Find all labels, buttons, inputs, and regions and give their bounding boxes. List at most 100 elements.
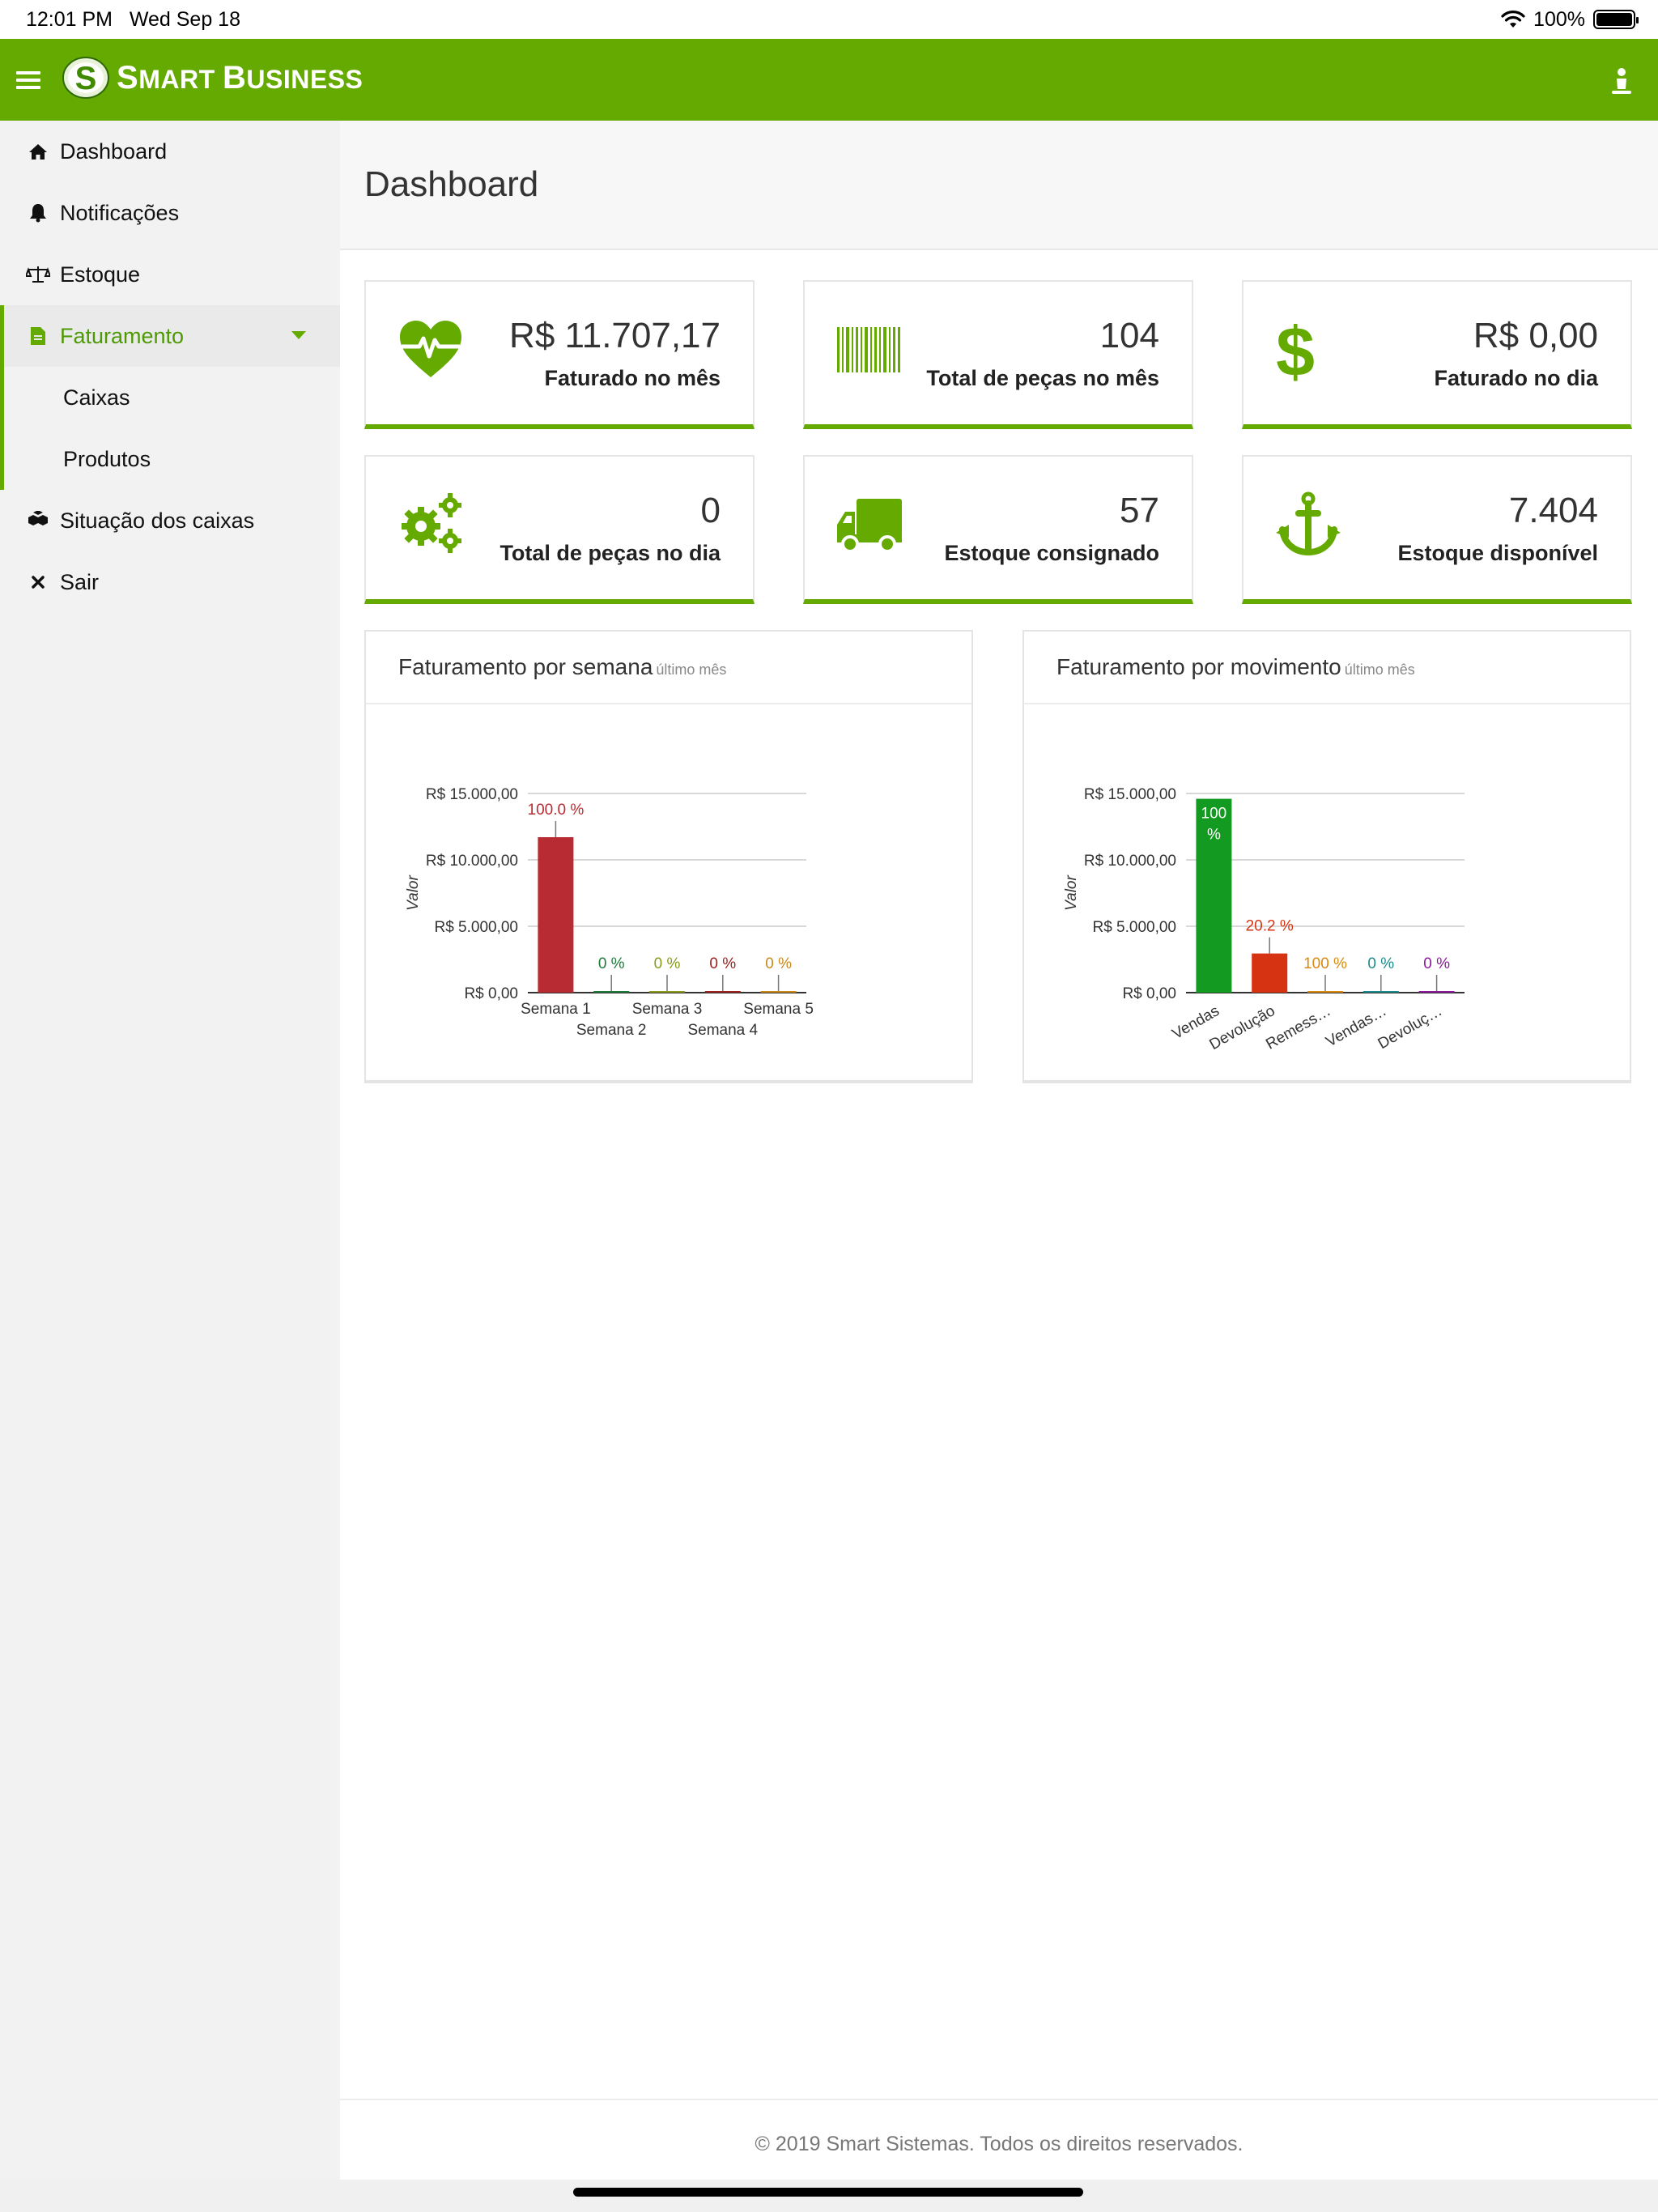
panel-faturamento-semana: Faturamento por semana último mês R$ 0,00…	[364, 630, 973, 1083]
page-title: Dashboard	[364, 164, 539, 204]
balance-scale-icon	[26, 262, 50, 287]
battery-percent: 100%	[1533, 7, 1585, 31]
card-pecas-mes: 104 Total de peças no mês	[803, 280, 1193, 429]
brand-name: SMART BUSINESS	[117, 59, 363, 96]
menu-toggle-icon[interactable]	[16, 71, 40, 89]
footer-text: © 2019 Smart Sistemas. Todos os direitos…	[755, 2133, 1244, 2155]
bar[interactable]	[1307, 991, 1343, 993]
y-tick-label: R$ 15.000,00	[426, 786, 518, 803]
sidebar-item-notificacoes[interactable]: Notificações	[0, 182, 340, 244]
bar[interactable]	[538, 837, 574, 993]
bar[interactable]	[1363, 991, 1399, 993]
bar-label: 0 %	[1423, 955, 1450, 972]
home-indicator[interactable]	[573, 2188, 1083, 2197]
card-label: Faturado no dia	[1434, 366, 1599, 390]
home-icon	[26, 139, 50, 164]
bar-label: 20.2 %	[1246, 918, 1294, 935]
user-icon[interactable]	[1609, 65, 1634, 97]
sidebar-item-label: Sair	[60, 569, 100, 594]
bar[interactable]	[760, 991, 797, 993]
bar-label: 0 %	[598, 955, 625, 972]
x-tick-label: Semana 2	[576, 1022, 647, 1039]
card-estoque-disponivel: 7.404 Estoque disponível	[1242, 455, 1632, 604]
panel-title: Faturamento por semana último mês	[366, 632, 971, 704]
sidebar-item-dashboard[interactable]: Dashboard	[0, 121, 340, 182]
wifi-icon	[1501, 11, 1525, 28]
truck-icon	[837, 499, 902, 553]
sidebar-item-label: Notificações	[60, 200, 180, 225]
sidebar: Dashboard Notificações Estoque Faturamen…	[0, 121, 340, 2180]
sidebar-item-label: Caixas	[63, 385, 130, 410]
card-label: Faturado no mês	[544, 366, 721, 390]
sidebar-item-label: Dashboard	[60, 138, 168, 164]
bar-label: 0 %	[654, 955, 681, 972]
logo-mark-icon: S	[62, 57, 109, 99]
bar-label: 100	[1201, 806, 1227, 823]
y-tick-label: R$ 5.000,00	[434, 919, 518, 936]
chevron-down-icon	[291, 331, 306, 339]
card-value: R$ 11.707,17	[509, 316, 721, 355]
anchor-icon	[1276, 491, 1341, 556]
card-label: Total de peças no dia	[500, 541, 721, 565]
panel-faturamento-movimento: Faturamento por movimento último mês R$ 0…	[1022, 630, 1631, 1083]
sidebar-item-situacao-caixas[interactable]: Situação dos caixas	[0, 490, 340, 551]
x-tick-label: Semana 3	[632, 1001, 703, 1018]
y-tick-label: R$ 0,00	[1122, 985, 1176, 1002]
card-label: Estoque consignado	[944, 541, 1159, 565]
bar-label: 0 %	[709, 955, 736, 972]
bar[interactable]	[1252, 953, 1288, 993]
y-axis-label: Valor	[405, 875, 422, 911]
title-bar: Dashboard	[340, 121, 1658, 250]
y-tick-label: R$ 0,00	[464, 985, 518, 1002]
sidebar-item-estoque[interactable]: Estoque	[0, 244, 340, 305]
card-label: Estoque disponível	[1397, 541, 1598, 565]
card-pecas-dia: 0 Total de peças no dia	[364, 455, 755, 604]
card-faturado-mes: R$ 11.707,17 Faturado no mês	[364, 280, 755, 429]
panel-subtitle: último mês	[1344, 661, 1415, 678]
logo[interactable]: S SMART BUSINESS	[62, 55, 363, 100]
bar[interactable]	[1418, 991, 1455, 993]
panel-subtitle: último mês	[656, 661, 727, 678]
sidebar-item-label: Estoque	[60, 262, 141, 287]
svg-text:$: $	[1276, 316, 1315, 384]
dollar-icon: $	[1276, 316, 1315, 384]
card-value: R$ 0,00	[1473, 316, 1598, 355]
svg-text:S: S	[75, 61, 97, 96]
sidebar-item-caixas[interactable]: Caixas	[4, 367, 340, 428]
panel-title: Faturamento por movimento último mês	[1024, 632, 1630, 704]
sidebar-item-sair[interactable]: Sair	[0, 551, 340, 613]
cubes-icon	[26, 508, 50, 533]
y-tick-label: R$ 10.000,00	[426, 853, 518, 870]
status-time: 12:01 PM Wed Sep 18	[26, 8, 240, 31]
file-icon	[26, 324, 50, 348]
sidebar-item-produtos[interactable]: Produtos	[4, 428, 340, 490]
card-faturado-dia: $ R$ 0,00 Faturado no dia	[1242, 280, 1632, 429]
heartbeat-icon	[400, 321, 461, 377]
bar-label: 100 %	[1303, 955, 1347, 972]
y-axis-label: Valor	[1063, 875, 1080, 911]
bar-label: %	[1207, 827, 1221, 844]
bar-label: 0 %	[765, 955, 792, 972]
bar-label: 0 %	[1367, 955, 1394, 972]
y-tick-label: R$ 15.000,00	[1084, 786, 1176, 803]
sidebar-item-label: Situação dos caixas	[60, 508, 255, 533]
status-bar: 12:01 PM Wed Sep 18 100%	[0, 0, 1658, 39]
main-content: Dashboard R$ 11.707,17 Faturado no mês 1…	[340, 121, 1658, 2180]
bar[interactable]	[649, 991, 685, 993]
close-icon	[26, 570, 50, 594]
sidebar-item-label: Produtos	[63, 446, 151, 471]
top-bar: S SMART BUSINESS	[0, 39, 1658, 121]
battery-icon	[1593, 10, 1639, 29]
card-estoque-consignado: 57 Estoque consignado	[803, 455, 1193, 604]
bar[interactable]	[593, 991, 630, 993]
card-value: 57	[1120, 491, 1159, 530]
x-tick-label: Semana 4	[687, 1022, 758, 1039]
status-right: 100%	[1501, 6, 1639, 32]
card-value: 104	[1099, 316, 1159, 355]
bell-icon	[26, 201, 50, 225]
x-tick-label: Semana 1	[521, 1001, 591, 1018]
x-tick-label: Devoluç…	[1375, 1002, 1445, 1053]
y-tick-label: R$ 5.000,00	[1092, 919, 1176, 936]
sidebar-item-faturamento[interactable]: Faturamento	[0, 305, 340, 367]
bar[interactable]	[704, 991, 741, 993]
